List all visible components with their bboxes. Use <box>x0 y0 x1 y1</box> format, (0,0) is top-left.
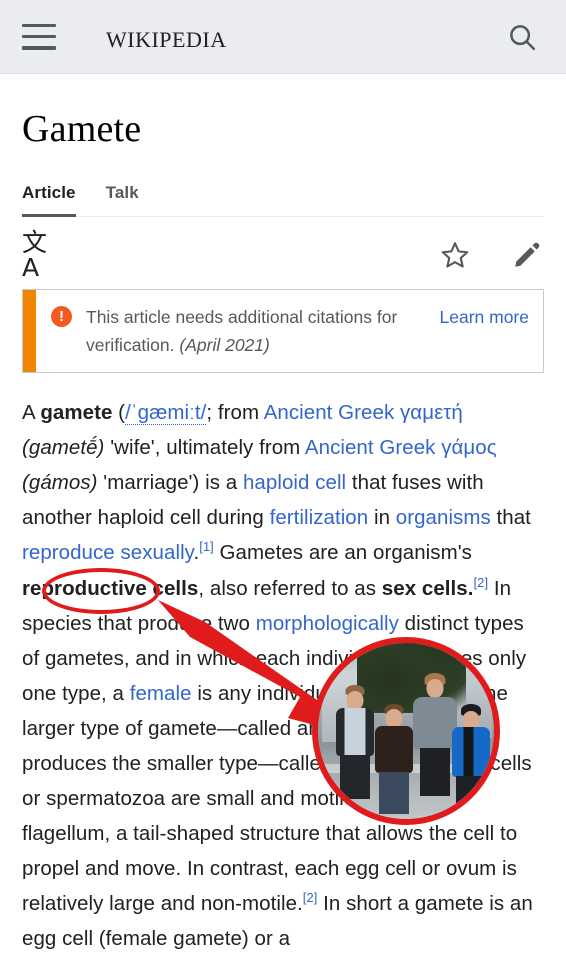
link-ancient-greek-1[interactable]: Ancient Greek <box>264 401 395 424</box>
lead-text-3: ; from <box>206 401 264 425</box>
gloss-1: 'wife', ultimately from <box>110 436 305 460</box>
link-reproduce-sexually[interactable]: reproduce sexually <box>22 541 193 564</box>
term-gamete: gamete <box>40 401 113 425</box>
link-greek-gamete[interactable]: γαμετή <box>400 401 463 424</box>
person-legs <box>340 755 371 800</box>
notice-stripe <box>23 289 36 373</box>
lead-text-8: Gametes are an organism's <box>213 541 472 565</box>
lead-text-2: ( <box>112 401 126 425</box>
hamburger-bar <box>22 34 56 39</box>
notice-text: Learn more This article needs additional… <box>86 303 529 360</box>
article-tabs: Article Talk <box>22 183 544 217</box>
lead-text-5: in <box>368 506 396 530</box>
reference-2b[interactable]: [2] <box>303 890 318 905</box>
hamburger-bar <box>22 46 56 50</box>
learn-more-link[interactable]: Learn more <box>440 303 530 331</box>
person-legs <box>419 747 450 796</box>
reference-1[interactable]: [1] <box>199 540 214 555</box>
tab-article[interactable]: Article <box>22 183 76 217</box>
transliteration-1: (gametḗ) <box>22 436 105 460</box>
language-icon[interactable]: 文A <box>22 230 56 280</box>
ipa-pronunciation[interactable]: /ˈɡæmiːt/ <box>125 401 207 426</box>
article-action-bar: 文A <box>22 230 544 280</box>
bold-sex-cells: sex cells. <box>381 576 474 600</box>
link-female[interactable]: female <box>130 682 192 705</box>
circular-photo-four-men-walking-street[interactable] <box>312 637 500 825</box>
pencil-icon[interactable] <box>510 238 544 272</box>
lead-text-6: that <box>490 506 531 530</box>
search-icon[interactable] <box>504 19 540 55</box>
person-head <box>426 678 444 698</box>
link-fertilization[interactable]: fertilization <box>270 506 369 529</box>
person-legs <box>456 775 487 816</box>
red-ellipse-around-sex-cells <box>42 568 160 614</box>
photo-person <box>448 698 494 816</box>
tab-talk[interactable]: Talk <box>106 183 139 216</box>
page-title: Gamete <box>22 108 142 150</box>
transliteration-2: (gámos) <box>22 471 98 495</box>
hamburger-menu-icon[interactable] <box>22 23 56 50</box>
link-morphologically[interactable]: morphologically <box>256 612 399 635</box>
language-glyph: 文A <box>22 227 47 282</box>
wikipedia-wordmark[interactable]: Wikipedia <box>106 21 227 52</box>
person-legs <box>378 771 409 814</box>
link-greek-gamos[interactable]: γάμος <box>441 436 496 459</box>
gloss-2: 'marriage') is a <box>103 471 243 495</box>
article-container: Gamete Article Talk 文A ! Learn more This… <box>0 107 566 956</box>
reference-2a[interactable]: [2] <box>474 575 489 590</box>
hamburger-bar <box>22 23 56 27</box>
lead-text-9: , also referred to as <box>198 576 382 600</box>
person-torso <box>452 726 491 777</box>
photo-background <box>318 643 494 819</box>
citation-notice-banner: ! Learn more This article needs addition… <box>22 288 544 374</box>
person-torso <box>336 708 375 757</box>
alert-exclamation-icon: ! <box>51 305 72 327</box>
notice-date: (April 2021) <box>179 334 270 355</box>
lead-text-1: A <box>22 401 41 425</box>
link-haploid-cell[interactable]: haploid cell <box>243 471 346 494</box>
person-torso <box>374 725 413 773</box>
link-ancient-greek-2[interactable]: Ancient Greek <box>305 436 436 459</box>
site-header: Wikipedia <box>0 0 566 74</box>
link-organisms[interactable]: organisms <box>396 506 491 529</box>
star-icon[interactable] <box>438 238 472 272</box>
